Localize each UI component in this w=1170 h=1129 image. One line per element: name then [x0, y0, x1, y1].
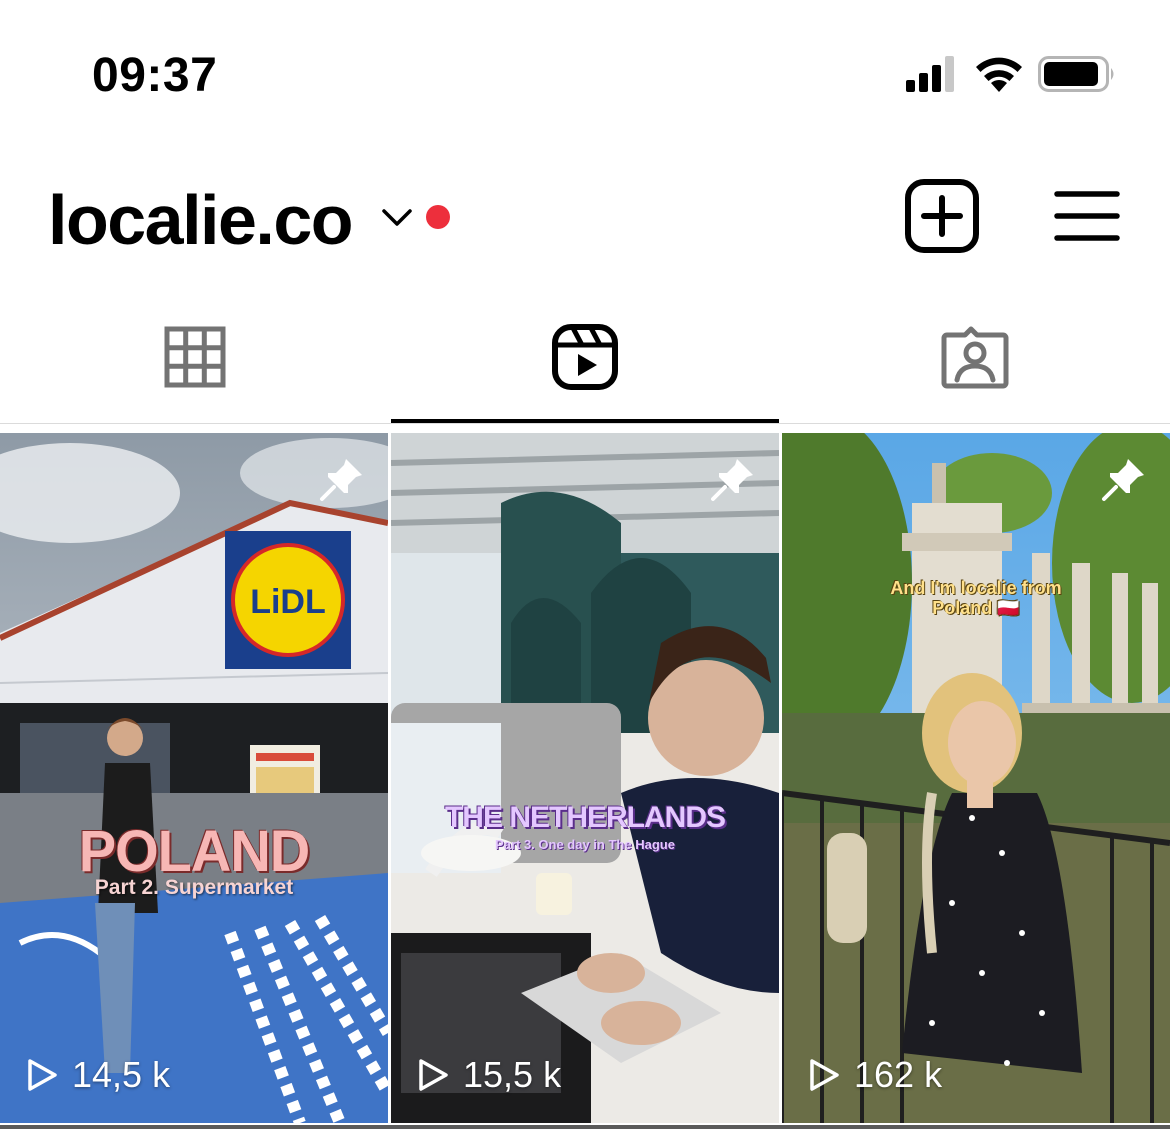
play-icon	[28, 1059, 57, 1091]
new-post-button[interactable]	[904, 178, 980, 254]
reel-overlay-title: THE NETHERLANDS	[444, 801, 726, 834]
view-count-value: 162 k	[854, 1054, 943, 1095]
reel-thumbnail-office	[391, 433, 779, 1123]
view-count: 15,5 k	[417, 1053, 561, 1097]
view-count-value: 15,5 k	[463, 1054, 562, 1095]
reel-overlay-subtitle: Part 3. One day in The Hague	[495, 837, 675, 852]
signal-icon	[906, 56, 954, 92]
reel-thumbnail-park	[782, 433, 1170, 1123]
wifi-icon	[976, 57, 1022, 92]
tab-tagged[interactable]	[780, 290, 1170, 423]
battery-icon	[1038, 56, 1114, 92]
reels-grid: LiDL POLAND Part 2. Supermarket 14,5 k T…	[0, 433, 1170, 1129]
status-time: 09:37	[92, 49, 218, 102]
reels-icon	[552, 323, 618, 390]
reel-tile[interactable]: And I'm localie from Poland 🇵🇱 162 k	[782, 433, 1170, 1123]
tab-posts[interactable]	[0, 290, 390, 423]
pin-icon	[711, 459, 753, 501]
username-switcher[interactable]: localie.co	[48, 180, 354, 260]
profile-header: localie.co	[0, 150, 1170, 290]
reel-tile[interactable]: THE NETHERLANDS Part 3. One day in The H…	[391, 433, 779, 1123]
pin-icon	[320, 459, 362, 501]
menu-icon	[1054, 191, 1120, 241]
view-count: 14,5 k	[26, 1053, 170, 1097]
grid-icon	[164, 326, 226, 387]
reel-tile[interactable]: LiDL POLAND Part 2. Supermarket 14,5 k	[0, 433, 388, 1123]
reel-thumbnail-supermarket: LiDL	[0, 433, 388, 1123]
view-count-value: 14,5 k	[72, 1054, 171, 1095]
tab-reels[interactable]	[390, 290, 780, 423]
profile-reels-screen: 09:37 localie.co LiDL POLAND Part 2. Sup…	[0, 0, 1170, 1129]
lidl-sign: LiDL	[250, 583, 326, 621]
play-icon	[810, 1059, 839, 1091]
status-bar: 09:37	[0, 0, 1170, 150]
notification-dot	[426, 205, 450, 229]
menu-button[interactable]	[1054, 186, 1120, 246]
profile-tab-bar	[0, 290, 1170, 424]
play-icon	[419, 1059, 448, 1091]
pin-icon	[1102, 459, 1144, 501]
active-tab-indicator	[391, 419, 779, 423]
view-count: 162 k	[808, 1053, 942, 1097]
reel-overlay-title: And I'm localie from Poland 🇵🇱	[890, 578, 1062, 618]
new-post-icon	[905, 179, 979, 253]
tagged-person-icon	[941, 326, 1009, 388]
next-row-peek	[0, 1125, 1170, 1129]
reel-overlay-title: POLAND	[78, 817, 310, 884]
chevron-down-icon[interactable]	[380, 206, 414, 230]
reel-overlay-subtitle: Part 2. Supermarket	[94, 876, 294, 899]
